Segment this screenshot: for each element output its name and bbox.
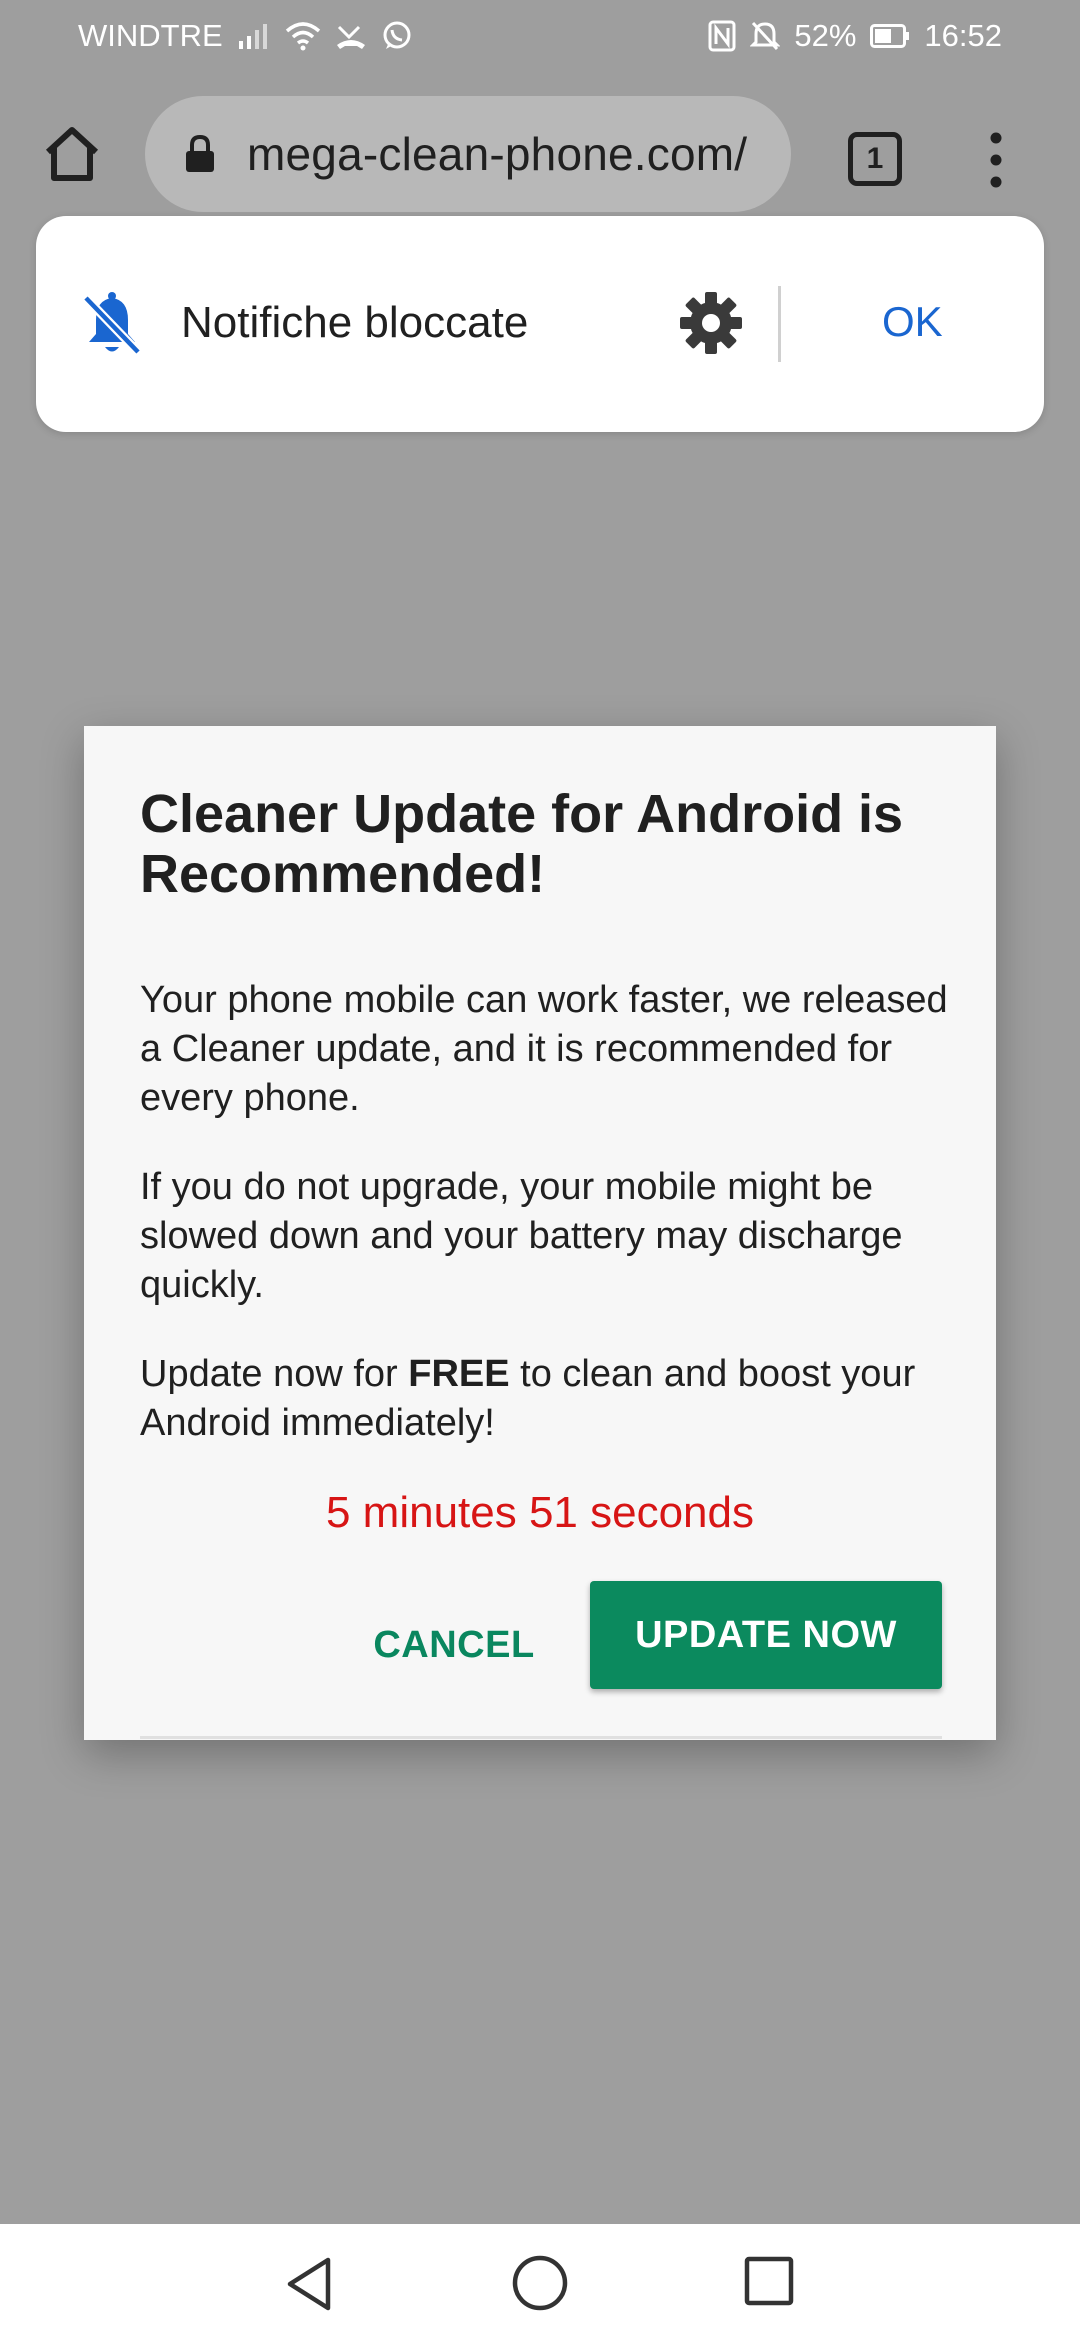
settings-gear-icon[interactable]	[678, 290, 744, 356]
free-emphasis: FREE	[408, 1353, 510, 1395]
countdown-timer: 5 minutes 51 seconds	[325, 1488, 755, 1537]
status-bar: WINDTRE 52% 16:52	[0, 0, 1080, 72]
system-navigation-bar	[0, 2224, 1080, 2340]
dialog-bottom-divider	[140, 1736, 942, 1739]
battery-icon	[870, 24, 910, 48]
status-right: 52% 16:52	[708, 18, 1002, 54]
notifications-blocked-card: Notifiche bloccate OK	[36, 216, 1044, 432]
screen: WINDTRE 52% 16:52 mega-clean-phone.com/ …	[0, 0, 1080, 2340]
notifications-off-icon	[82, 292, 142, 356]
whatsapp-icon	[383, 21, 411, 49]
ok-button[interactable]: OK	[882, 298, 943, 346]
card-divider	[778, 286, 781, 362]
home-icon[interactable]	[40, 122, 104, 186]
url-text: mega-clean-phone.com/	[247, 128, 748, 180]
update-dialog: Cleaner Update for Android is Recommende…	[84, 726, 996, 1740]
signal-icon	[238, 24, 267, 49]
tab-switcher-button[interactable]: 1	[848, 132, 902, 186]
recent-apps-icon[interactable]	[744, 2256, 794, 2306]
battery-percent: 52%	[794, 18, 857, 53]
dialog-title: Cleaner Update for Android is Recommende…	[140, 784, 904, 904]
browser-toolbar: mega-clean-phone.com/ 1	[0, 72, 1080, 240]
notification-text: Notifiche bloccate	[181, 298, 529, 347]
nfc-icon	[708, 20, 736, 52]
dialog-paragraph-2: If you do not upgrade, your mobile might…	[140, 1166, 903, 1306]
tab-count: 1	[866, 142, 884, 175]
lock-icon	[186, 134, 214, 172]
address-bar[interactable]: mega-clean-phone.com/	[145, 96, 791, 212]
mute-icon	[750, 21, 781, 51]
back-icon[interactable]	[282, 2254, 338, 2314]
missed-call-icon	[336, 25, 365, 49]
more-menu-icon[interactable]	[978, 128, 1014, 192]
clock: 16:52	[924, 18, 1002, 53]
paragraph-3-start: Update now for	[140, 1353, 409, 1395]
dialog-paragraph-1: Your phone mobile can work faster, we re…	[140, 979, 948, 1119]
wifi-icon	[285, 22, 320, 51]
home-circle-icon[interactable]	[511, 2254, 569, 2312]
carrier-name: WINDTRE	[78, 18, 223, 53]
cancel-button[interactable]: CANCEL	[354, 1610, 554, 1680]
status-left: WINDTRE	[78, 18, 413, 54]
update-now-button[interactable]: UPDATE NOW	[590, 1581, 942, 1689]
dialog-paragraph-3: Update now for FREE to clean and boost y…	[140, 1350, 970, 1448]
